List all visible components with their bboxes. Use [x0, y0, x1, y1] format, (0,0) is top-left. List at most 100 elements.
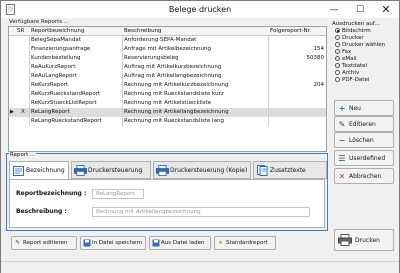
- minus-icon: −: [338, 135, 346, 145]
- output-option-label: Archiv: [342, 69, 360, 76]
- output-options-group: Ausdrucken auf... Bildschirm Drucker Druck…: [332, 21, 396, 83]
- in-datei-speichern-button[interactable]: In Datei speichern: [80, 236, 146, 250]
- table-row[interactable]: ReKurzStueckListReport Rechnung mit Artik…: [9, 99, 326, 108]
- column-separator: [29, 63, 30, 72]
- neu-button[interactable]: + Neu: [334, 100, 394, 116]
- column-separator: [122, 117, 123, 126]
- column-separator: [268, 81, 269, 90]
- drucken-button[interactable]: Drucken: [334, 229, 394, 251]
- table-row[interactable]: ReAuLangReport Auftrag mit Artikellangbez…: [9, 72, 326, 81]
- aus-datei-laden-button[interactable]: Aus Datei laden: [149, 236, 211, 250]
- table-row[interactable]: Kundenbestellung Reservierungsbeleg 50380: [9, 54, 326, 63]
- column-separator: [268, 117, 269, 126]
- table-cell-next: 204: [313, 82, 325, 88]
- table-row[interactable]: ReKurzReport Rechnung mit Artikelkurzbeze…: [9, 81, 326, 90]
- column-separator: [29, 99, 30, 108]
- table-row[interactable]: ReAuKurzReport Auftrag mit Artikelkurzbez…: [9, 63, 326, 72]
- column-header-beschreibung[interactable]: Beschreibung: [124, 28, 264, 34]
- status-bar: [1, 261, 399, 273]
- tab-bezeichnung[interactable]: Bezeichnung: [9, 161, 69, 180]
- radio-button[interactable]: [335, 63, 340, 68]
- userdefined-button-label: Userdefined: [349, 154, 386, 162]
- tab-bezeichnung-label: Bezeichnung: [26, 167, 65, 174]
- table-row[interactable]: ReLangRueckstandReport Rechnung mit Rueck…: [9, 117, 326, 126]
- in-datei-speichern-button-label: In Datei speichern: [92, 240, 143, 246]
- editieren-button[interactable]: ✎ Editieren: [334, 116, 394, 132]
- loeschen-button[interactable]: − Löschen: [334, 132, 394, 148]
- column-separator: [29, 45, 30, 54]
- table-cell-name: ReAuLangReport: [31, 73, 77, 79]
- output-option-label: Drucker: [342, 34, 364, 41]
- radio-button[interactable]: [335, 35, 340, 40]
- radio-button[interactable]: [335, 70, 340, 75]
- neu-button-label: Neu: [349, 104, 361, 112]
- radio-button[interactable]: [335, 49, 340, 54]
- output-option-archiv[interactable]: Archiv: [335, 69, 396, 76]
- output-option-pdf-datei[interactable]: PDF-Datei: [335, 76, 396, 83]
- maximize-button[interactable]: ☐: [347, 1, 373, 18]
- table-cell-name: ReLangReport: [31, 109, 70, 115]
- userdefined-button[interactable]: ☰ Userdefined: [334, 150, 394, 166]
- radio-button[interactable]: [335, 56, 340, 61]
- report-group-label: Report ...: [9, 152, 37, 158]
- pencil-icon: ✎: [15, 240, 20, 246]
- column-separator: [29, 81, 30, 90]
- tab-druckersteuerung-kopie-label: Druckersteuerung (Kopie): [170, 166, 248, 174]
- reports-table: SR Reportbezeichnung Beschreibung Folger…: [8, 26, 327, 152]
- column-header-folgereport[interactable]: Folgereport-Nr.: [270, 28, 326, 34]
- table-row[interactable]: Finanzierungsanfrage Anfrage mit Artikelb…: [9, 45, 326, 54]
- reportbezeichnung-field[interactable]: ReLangReport: [92, 189, 144, 199]
- report-editieren-button-label: Report editieren: [23, 240, 68, 246]
- column-separator: [268, 45, 269, 54]
- pencil-icon: ✎: [338, 119, 346, 129]
- tab-zusatztexte[interactable]: Zusatztexte: [253, 161, 327, 179]
- table-row[interactable]: ▶ X ReLangReport Rechnung mit Artikellangbe…: [9, 108, 326, 117]
- table-cell-desc: Rechnung mit Rueckstandsliste lang: [124, 118, 224, 124]
- table-row[interactable]: BelegSepaMandat Anforderung SEPA-Mandat: [9, 36, 326, 45]
- table-cell-desc: Rechnung mit Artikelstueckliste: [124, 100, 212, 106]
- output-option-drucker-wählen[interactable]: Drucker wählen: [335, 41, 396, 48]
- output-option-label: eMail: [342, 55, 357, 62]
- belege-drucken-window: Belege drucken — ☐ ✕ Verfügbare Reports …: [0, 0, 400, 273]
- radio-button[interactable]: [335, 42, 340, 47]
- column-separator: [29, 117, 30, 126]
- printer-icon: [154, 164, 170, 176]
- output-option-email[interactable]: eMail: [335, 55, 396, 62]
- column-separator: [268, 108, 269, 117]
- close-button[interactable]: ✕: [373, 1, 399, 18]
- radio-button[interactable]: [335, 77, 340, 82]
- star-icon: ★: [218, 240, 223, 246]
- minimize-button[interactable]: —: [321, 1, 347, 18]
- table-row[interactable]: ReKurzRueckstandReport Rechnung mit Rueck…: [9, 90, 326, 99]
- table-cell-next: 50380: [306, 55, 325, 61]
- column-separator: [122, 36, 123, 45]
- tab-druckersteuerung-kopie[interactable]: Druckersteuerung (Kopie): [153, 161, 251, 179]
- column-separator: [122, 108, 123, 117]
- output-option-textdatei[interactable]: Textdatei: [335, 62, 396, 69]
- column-header-reportbezeichnung[interactable]: Reportbezeichnung: [31, 28, 121, 34]
- beschreibung-label: Beschreibung :: [16, 208, 67, 215]
- list-icon: ☰: [338, 153, 346, 163]
- tab-zusatztexte-label: Zusatztexte: [270, 166, 306, 174]
- column-separator: [268, 90, 269, 99]
- table-cell-next: 154: [313, 46, 325, 52]
- load-icon: [150, 239, 161, 247]
- column-separator: [122, 72, 123, 81]
- output-option-fax[interactable]: Fax: [335, 48, 396, 55]
- abbrechen-button[interactable]: ✕ Abbrechen: [334, 168, 394, 184]
- beschreibung-field[interactable]: Rechnung mit Artikellangbezeichnung: [92, 207, 310, 217]
- report-editieren-button[interactable]: ✎ Report editieren: [11, 236, 77, 250]
- column-separator: [122, 81, 123, 90]
- output-option-drucker[interactable]: Drucker: [335, 34, 396, 41]
- column-header-sr[interactable]: SR: [17, 28, 27, 34]
- bezeichnung-tab-panel: Reportbezeichnung : ReLangReport Beschre…: [9, 179, 325, 228]
- output-option-label: PDF-Datei: [342, 76, 370, 83]
- output-option-bildschirm[interactable]: Bildschirm: [335, 27, 396, 34]
- table-cell-desc: Auftrag mit Artikellangbezeichnung: [124, 73, 222, 79]
- tab-druckersteuerung[interactable]: Druckersteuerung: [71, 161, 151, 179]
- radio-button[interactable]: [335, 28, 340, 33]
- standardreport-button[interactable]: ★ Standardreport: [214, 236, 276, 250]
- loeschen-button-label: Löschen: [349, 136, 374, 144]
- column-separator: [268, 72, 269, 81]
- table-cell-name: ReLangRueckstandReport: [31, 118, 102, 124]
